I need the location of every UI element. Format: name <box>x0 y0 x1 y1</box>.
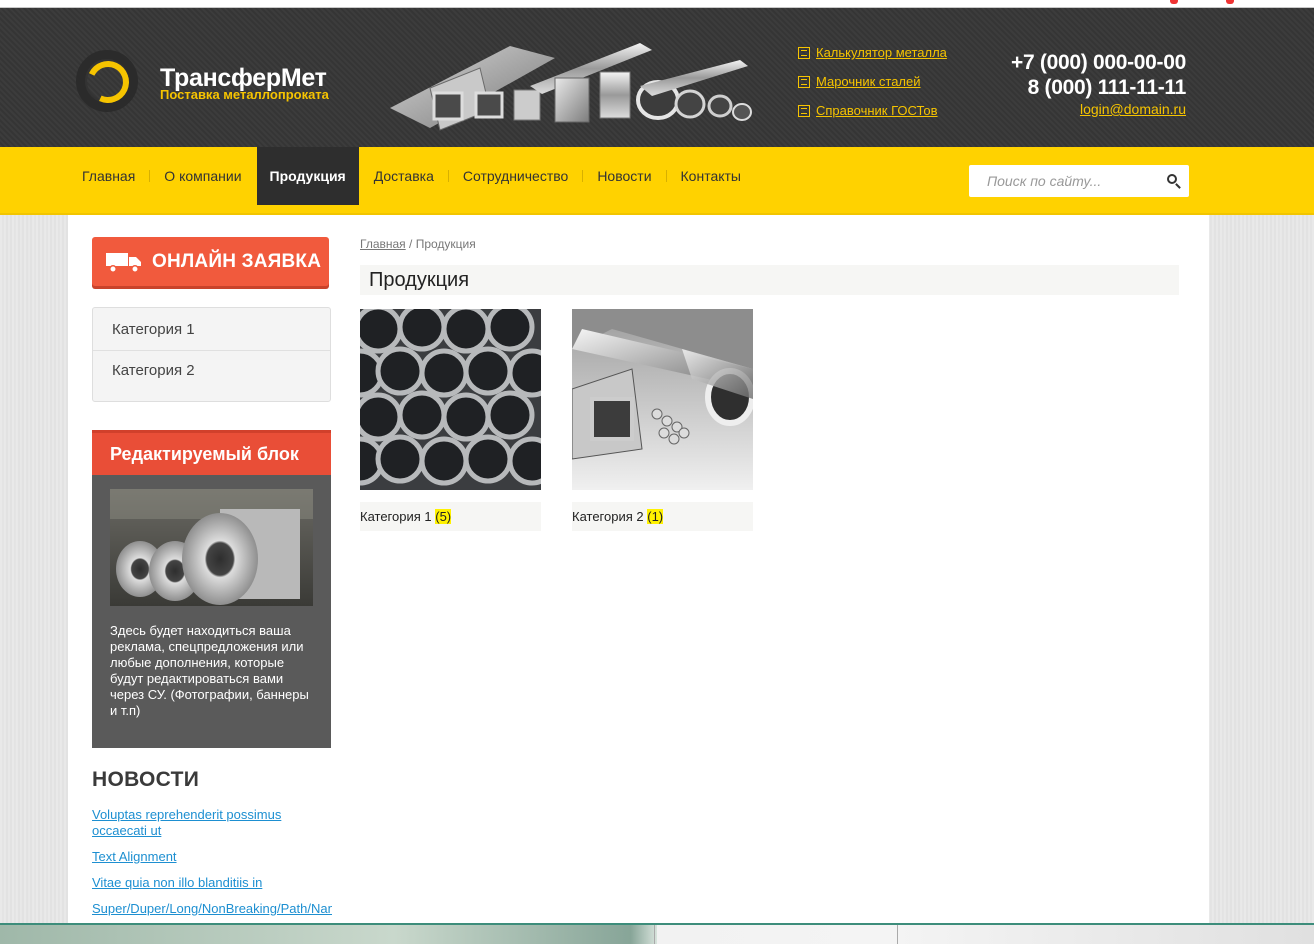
taskbar-divider <box>897 925 898 944</box>
category-item-1[interactable]: Категория 1 <box>93 308 330 351</box>
gost-reference-link[interactable]: Справочник ГОСТов <box>798 96 947 125</box>
nav-item-contacts[interactable]: Контакты <box>667 147 755 205</box>
product-count-badge: (5) <box>435 509 452 524</box>
breadcrumb-separator: / <box>405 237 416 251</box>
news-link[interactable]: Super/Duper/Long/NonBreaking/Path/Name <box>92 901 332 917</box>
steel-coils-image <box>110 489 313 606</box>
nav-item-products[interactable]: Продукция <box>256 147 359 205</box>
steel-pipes-image[interactable] <box>360 309 541 490</box>
site-tagline: Поставка металлопроката <box>160 87 329 102</box>
product-caption[interactable]: Категория 1 (5) <box>360 502 541 531</box>
taskbar-divider <box>654 925 655 944</box>
steel-grades-link[interactable]: Марочник сталей <box>798 67 947 96</box>
contacts: +7 (000) 000-00-00 8 (000) 111-11-11 log… <box>1011 50 1186 117</box>
editable-block: Редактируемый блок Здесь будет находитьс… <box>92 430 331 748</box>
main-nav: Главная О компании Продукция Доставка Со… <box>0 147 1314 215</box>
nav-item-cooperation[interactable]: Сотрудничество <box>449 147 582 205</box>
phone-primary: +7 (000) 000-00-00 <box>1011 51 1186 74</box>
breadcrumb-home[interactable]: Главная <box>360 237 406 251</box>
email-link[interactable]: login@domain.ru <box>1011 101 1186 117</box>
category-menu: Категория 1 Категория 2 <box>92 307 331 402</box>
editable-block-title: Редактируемый блок <box>92 430 331 475</box>
search-box <box>969 165 1189 197</box>
logo-icon[interactable] <box>76 50 138 112</box>
search-input[interactable] <box>969 165 1149 197</box>
metal-products-banner-image <box>390 43 752 131</box>
page-title: Продукция <box>360 265 1179 295</box>
metal-calculator-label[interactable]: Калькулятор металла <box>816 45 947 60</box>
list-icon <box>798 104 810 117</box>
metal-calculator-link[interactable]: Калькулятор металла <box>798 38 947 67</box>
nav-item-news[interactable]: Новости <box>583 147 665 205</box>
news-link[interactable]: Vitae quia non illo blanditiis in <box>92 875 332 891</box>
online-order-button[interactable]: ОНЛАЙН ЗАЯВКА <box>92 237 329 286</box>
product-card-1[interactable]: Категория 1 (5) <box>360 309 541 531</box>
metal-profiles-image[interactable] <box>572 309 753 490</box>
news-heading: НОВОСТИ <box>92 768 200 791</box>
header-links: Калькулятор металла Марочник сталей Спра… <box>798 38 947 125</box>
calculator-icon <box>798 46 810 59</box>
news-link[interactable]: Voluptas reprehenderit possimus occaecat… <box>92 807 332 839</box>
gost-reference-label[interactable]: Справочник ГОСТов <box>816 103 938 118</box>
product-card-2[interactable]: Категория 2 (1) <box>572 309 753 531</box>
product-count-badge: (1) <box>647 509 664 524</box>
product-caption[interactable]: Категория 2 (1) <box>572 502 753 531</box>
breadcrumb-current: Продукция <box>415 237 476 251</box>
breadcrumb: Главная / Продукция <box>360 237 476 251</box>
taskbar-preview-strip <box>0 923 1314 944</box>
category-item-2[interactable]: Категория 2 <box>93 351 330 401</box>
main-content: ОНЛАЙН ЗАЯВКА Категория 1 Категория 2 Ре… <box>68 215 1209 923</box>
site-header: ТрансферМет Поставка металлопроката Каль… <box>0 8 1314 147</box>
nav-item-delivery[interactable]: Доставка <box>360 147 448 205</box>
steel-grades-label[interactable]: Марочник сталей <box>816 74 921 89</box>
phone-secondary: 8 (000) 111-11-11 <box>1027 76 1187 99</box>
nav-item-home[interactable]: Главная <box>68 147 149 205</box>
browser-top-strip <box>0 0 1314 8</box>
truck-icon <box>106 253 141 273</box>
product-name[interactable]: Категория 1 <box>360 509 432 524</box>
main-menu: Главная О компании Продукция Доставка Со… <box>68 147 755 205</box>
online-order-label: ОНЛАЙН ЗАЯВКА <box>152 250 322 272</box>
search-icon[interactable] <box>1167 174 1177 184</box>
news-link[interactable]: Text Alignment <box>92 849 332 865</box>
product-name[interactable]: Категория 2 <box>572 509 644 524</box>
tab-marker-icon <box>1170 0 1178 4</box>
book-icon <box>798 75 810 88</box>
tab-marker-icon <box>1226 0 1234 4</box>
nav-item-about[interactable]: О компании <box>150 147 255 205</box>
editable-block-text: Здесь будет находиться ваша реклама, спе… <box>110 623 309 718</box>
news-list: Voluptas reprehenderit possimus occaecat… <box>92 807 332 927</box>
